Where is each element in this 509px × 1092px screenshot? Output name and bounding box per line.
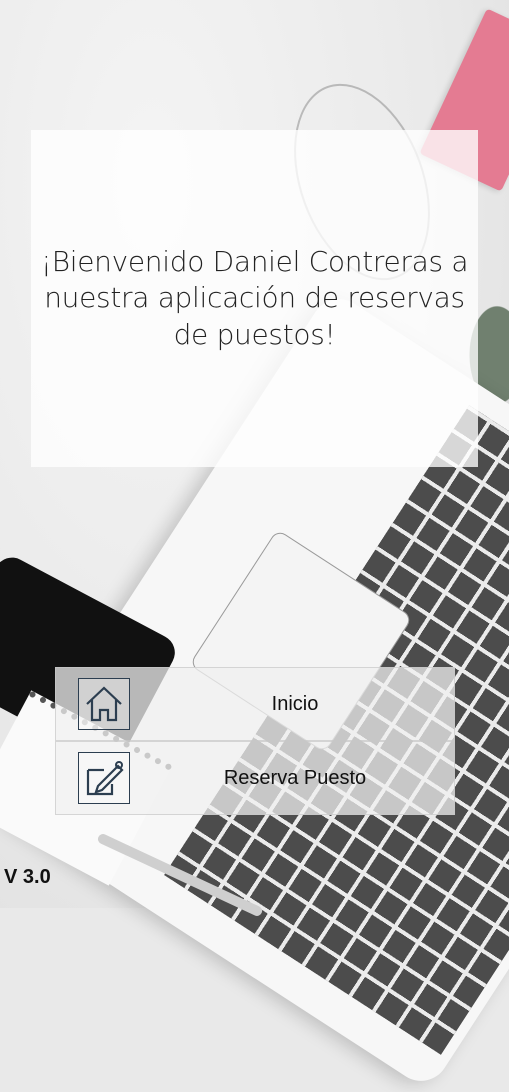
welcome-message: ¡Bienvenido Daniel Contreras a nuestra a… bbox=[40, 244, 469, 351]
welcome-card: ¡Bienvenido Daniel Contreras a nuestra a… bbox=[31, 130, 478, 467]
edit-note-icon bbox=[78, 752, 130, 804]
app-version: V 3.0 bbox=[4, 866, 51, 888]
main-menu: Inicio Reserva Puesto bbox=[55, 667, 455, 815]
menu-item-reserva-puesto[interactable]: Reserva Puesto bbox=[55, 741, 455, 815]
menu-item-label: Reserva Puesto bbox=[223, 766, 367, 789]
home-icon bbox=[78, 678, 130, 730]
menu-item-inicio[interactable]: Inicio bbox=[55, 667, 455, 741]
menu-item-label: Inicio bbox=[271, 692, 319, 715]
